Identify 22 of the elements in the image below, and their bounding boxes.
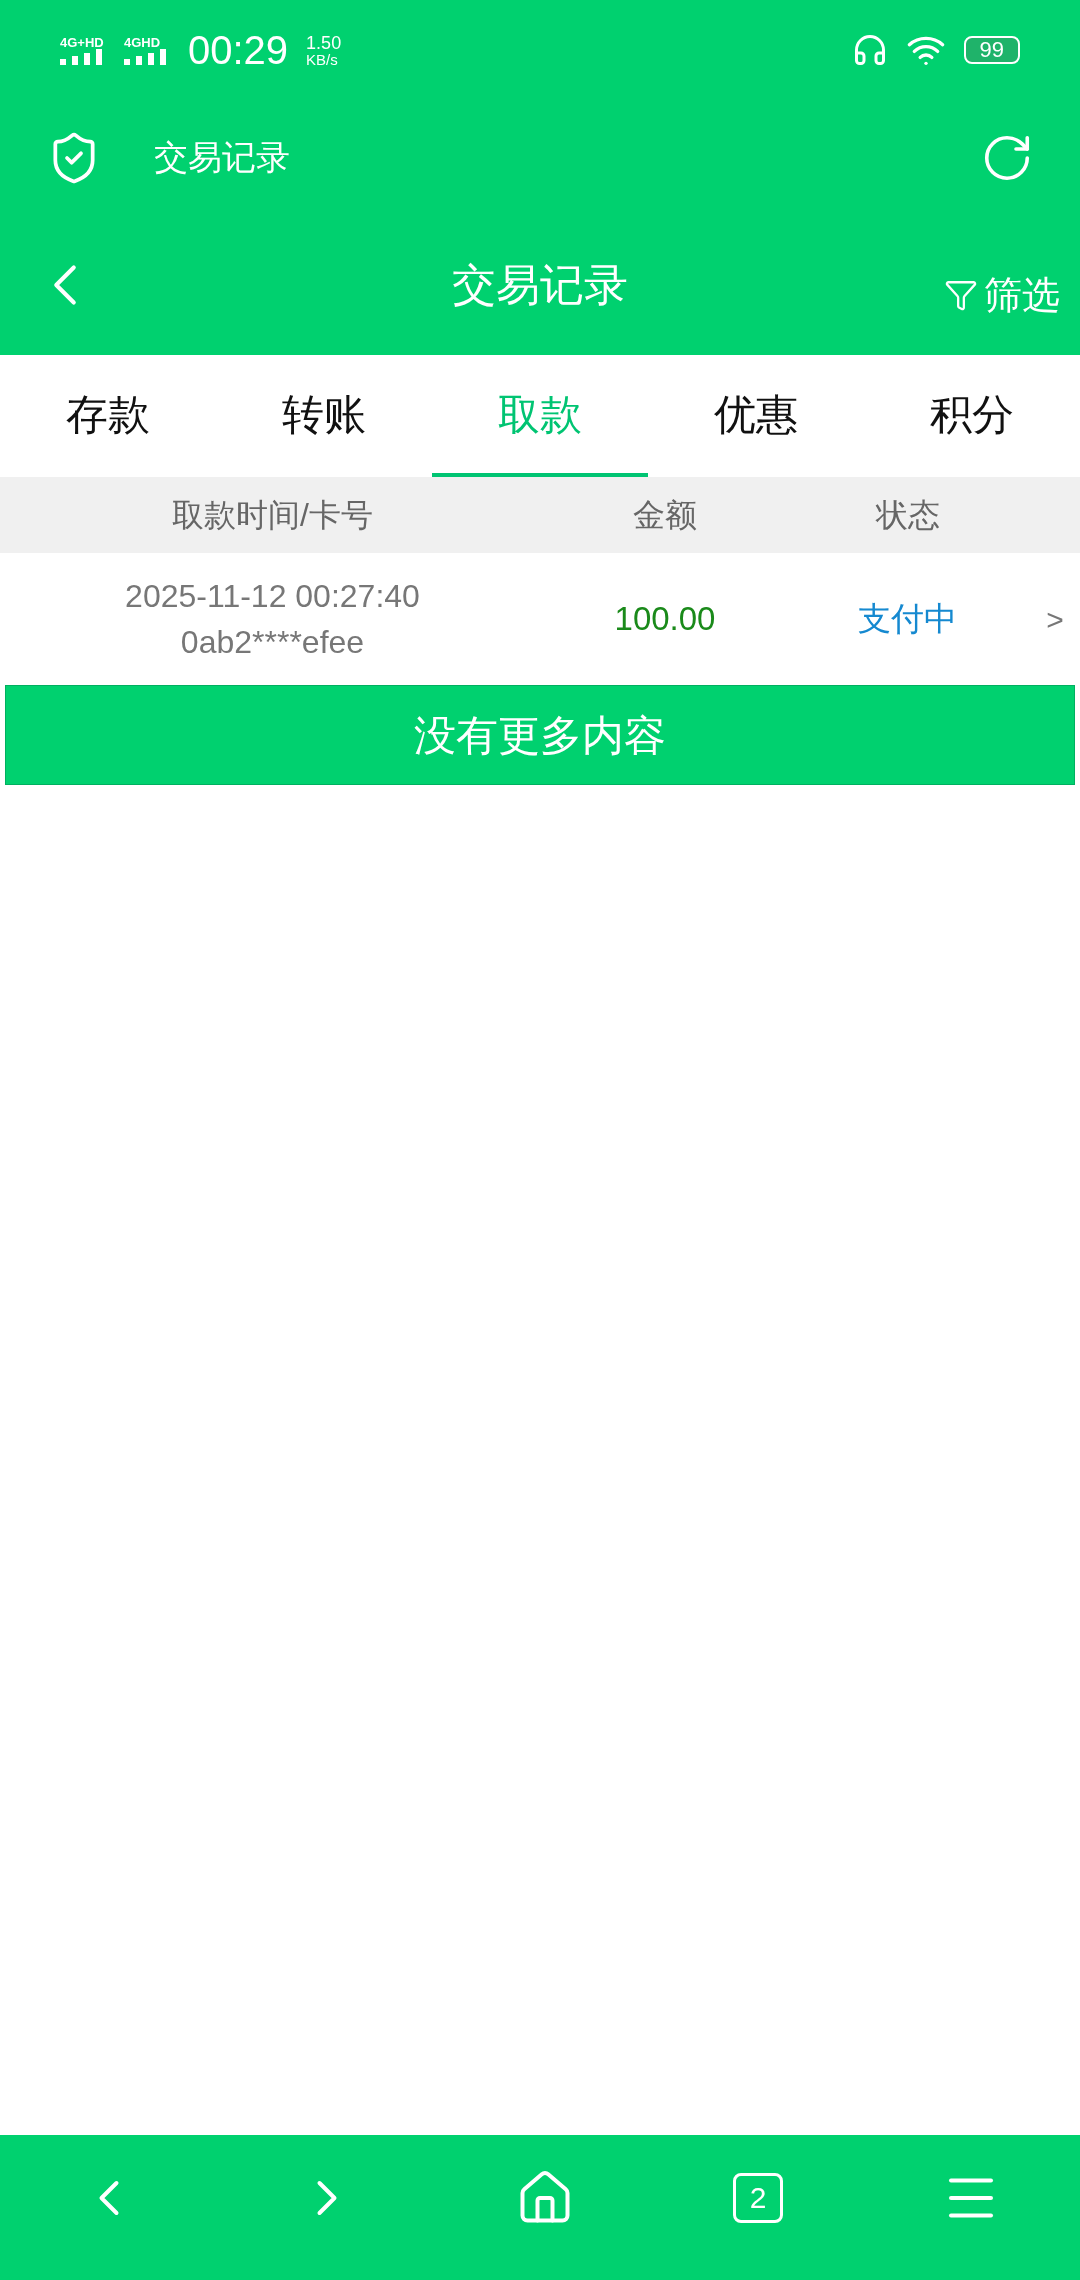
table-cell-text: 100.00 [613,599,717,640]
page-title: 交易记录 [452,259,628,311]
tab[interactable]: 转账 [216,355,432,477]
app-title: 交易记录 [154,137,290,178]
network-label: 4GHD [124,35,161,49]
column-header: 金额 [632,496,698,535]
column-header: 取款时间/卡号 [171,496,374,535]
tab[interactable]: 存款 [0,355,216,477]
table-cell-text: 2025-11-12 00:27:40 [125,577,420,616]
filter-icon [944,278,978,312]
speed-unit: KB/s [306,51,339,67]
no-more-banner: 没有更多内容 [5,685,1075,785]
status-time: 00:29 [188,27,289,74]
network-label: 4G+HD [60,35,104,49]
table-cell-text: 0ab2****efee [180,623,365,662]
row-arrow[interactable]: > [1030,596,1080,642]
column-header: 状态 [874,496,941,535]
network-speed: 1.50 [306,33,342,52]
tab[interactable]: 优惠 [648,355,864,477]
battery-indicator: 99 [963,36,1020,64]
tab[interactable]: 积分 [864,355,1080,477]
table-cell-text: 支付中 [857,599,958,640]
